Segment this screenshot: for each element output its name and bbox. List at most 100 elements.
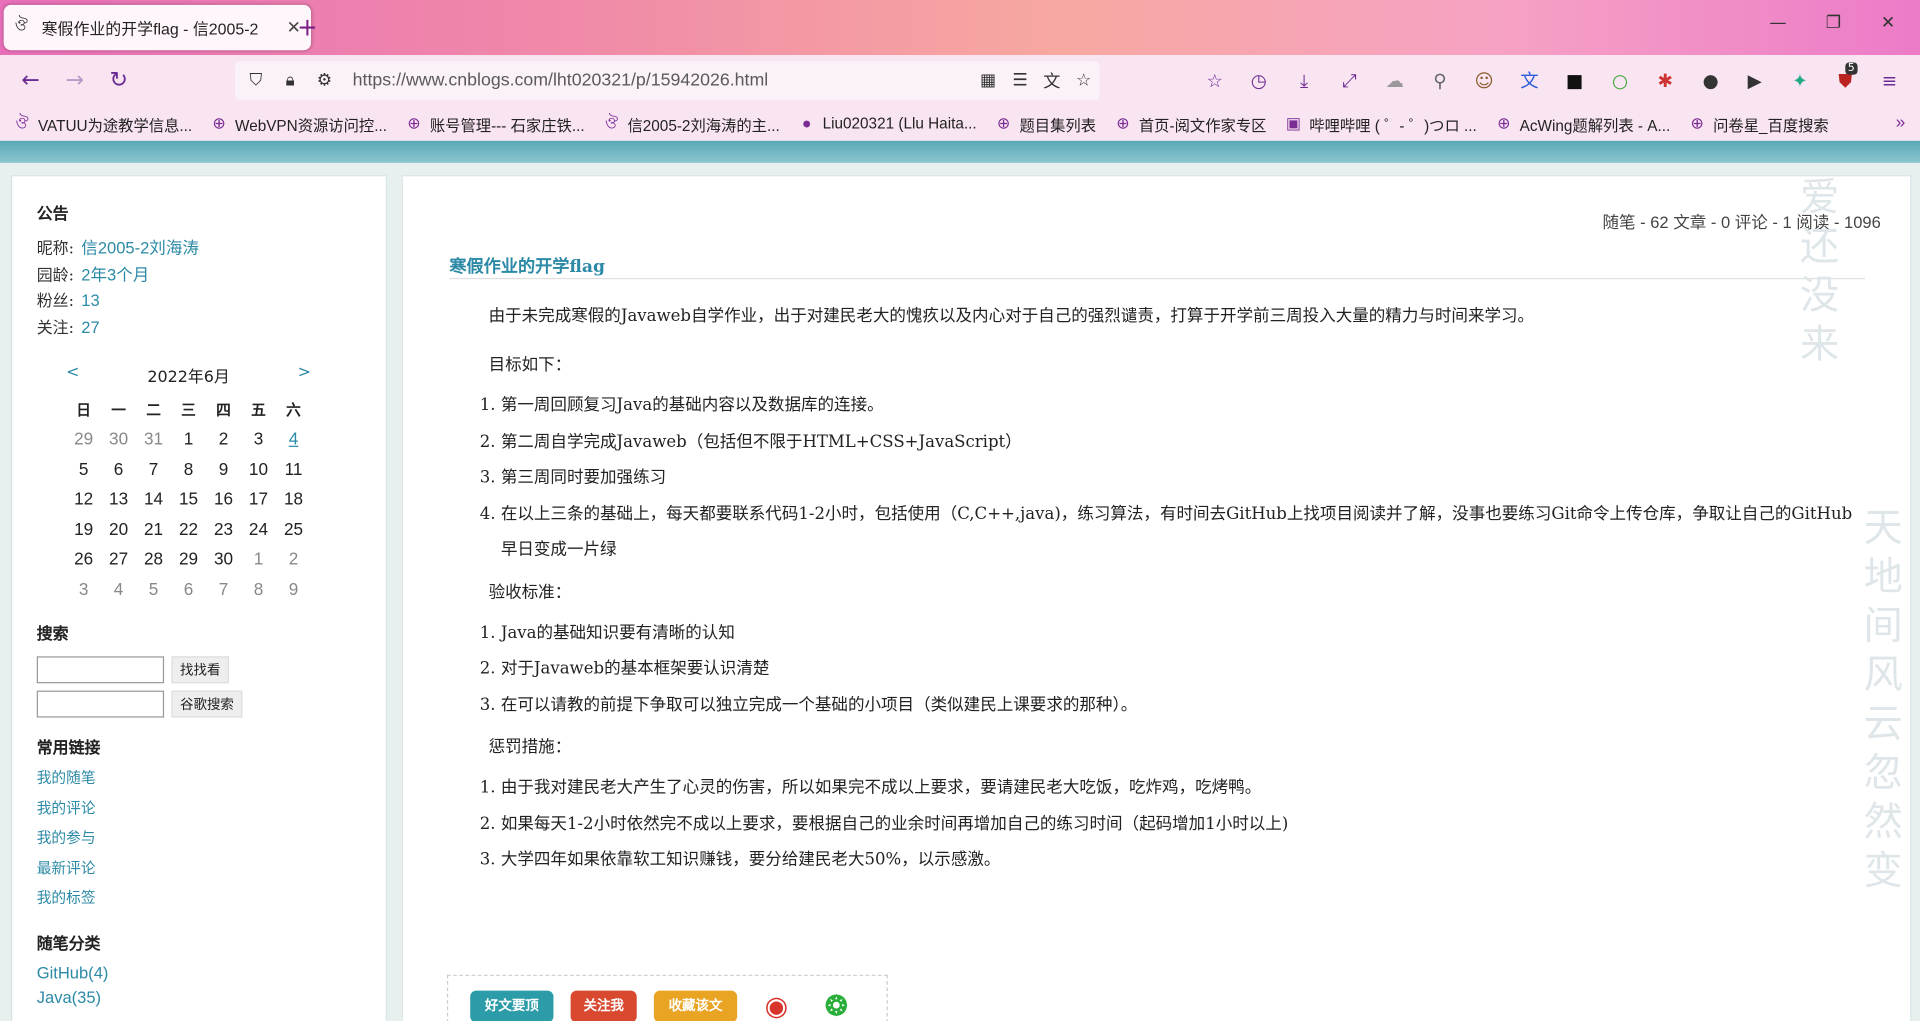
calendar-next-button[interactable]: > xyxy=(298,364,311,387)
list-item: 由于我对建民老大产生了心灵的伤害，所以如果完不成以上要求，要请建民老大吃饭，吃炸… xyxy=(501,770,1860,806)
globe-icon: ⊕ xyxy=(212,113,226,133)
calendar-day: 9 xyxy=(288,578,299,599)
google-search-input[interactable] xyxy=(36,690,165,718)
restore-button[interactable]: ❐ xyxy=(1826,13,1841,33)
bookmark-label: 哔哩哔哩 ( ゜- ゜)つロ ... xyxy=(1309,116,1477,135)
fullscreen-icon[interactable]: ⤢ xyxy=(1335,67,1364,94)
history-icon[interactable]: ◷ xyxy=(1244,67,1273,94)
calendar-weekday: 一 xyxy=(111,401,126,419)
bookmark-item[interactable]: ⊕ 账号管理--- 石家庄铁... xyxy=(404,112,584,135)
calendar-week: 19 20 21 22 23 24 25 xyxy=(66,514,311,544)
calendar-day: 10 xyxy=(248,458,269,479)
bookmark-item[interactable]: ঔ 信2005-2刘海涛的主... xyxy=(602,112,780,135)
sidebar-link[interactable]: 最新评论 xyxy=(37,853,361,883)
bookmark-item[interactable]: ▣ 哔哩哔哩 ( ゜- ゜)つロ ... xyxy=(1284,112,1477,135)
calendar-day: 4 xyxy=(113,578,124,599)
calendar-day: 27 xyxy=(109,548,129,569)
list-item: 第三周同时要加强练习 xyxy=(501,460,1860,496)
sidebar-link[interactable]: 我的评论 xyxy=(37,793,361,823)
reader-view-icon[interactable]: ☰ xyxy=(1004,71,1036,91)
shield-icon[interactable]: ⛉ xyxy=(242,71,269,91)
bookmark-item[interactable]: ⊕ 问卷星_百度搜索 xyxy=(1687,112,1828,135)
globe-icon: ⊕ xyxy=(1690,113,1704,133)
extension-dark-icon[interactable]: ■ xyxy=(1560,67,1589,94)
extension-play-icon[interactable]: ▶ xyxy=(1740,67,1769,94)
recommend-button[interactable]: 好文要顶 xyxy=(470,990,554,1021)
category-link[interactable]: GitHub(4) xyxy=(37,961,361,985)
bookmark-item[interactable]: ⊕ AcWing题解列表 - A... xyxy=(1494,112,1670,135)
calendar-day: 9 xyxy=(218,458,229,479)
bookmark-star-icon[interactable]: ☆ xyxy=(1068,71,1100,91)
fans-link[interactable]: 13 xyxy=(81,291,99,309)
globe-icon: ⊕ xyxy=(996,113,1011,133)
calendar-weekday: 二 xyxy=(146,401,161,419)
forward-button[interactable]: → xyxy=(59,65,91,97)
lock-icon[interactable]: 🔒︎ xyxy=(277,71,304,91)
wechat-share-icon[interactable]: ❂ xyxy=(818,991,855,1021)
favorite-button[interactable]: 收藏该文 xyxy=(653,990,738,1021)
post-title[interactable]: 寒假作业的开学flag xyxy=(449,253,605,277)
sidebar-link[interactable]: 我的随笔 xyxy=(37,763,361,793)
address-bar[interactable]: ⛉ 🔒︎ ⚙ https://www.cnblogs.com/lht020321… xyxy=(235,61,1100,101)
sidebar-link[interactable]: 我的标签 xyxy=(37,883,361,913)
calendar-day: 26 xyxy=(74,548,94,569)
calendar-day: 1 xyxy=(183,428,194,449)
header-strip xyxy=(0,140,1920,163)
back-button[interactable]: ← xyxy=(15,65,47,97)
extension-cloud-icon[interactable]: ☁ xyxy=(1380,67,1409,94)
nickname-link[interactable]: 信2005-2刘海涛 xyxy=(81,239,199,257)
url-text[interactable]: https://www.cnblogs.com/lht020321/p/1594… xyxy=(353,71,973,91)
bookmark-item[interactable]: ● Liu020321 (Llu Haita... xyxy=(797,114,977,134)
site-search-button[interactable]: 找找看 xyxy=(171,656,229,684)
calendar-day: 13 xyxy=(109,488,129,509)
google-search-button[interactable]: 谷歌搜索 xyxy=(171,690,243,718)
bookmark-item[interactable]: ⊕ WebVPN资源访问控... xyxy=(209,112,387,135)
weibo-share-icon[interactable]: ◉ xyxy=(758,991,795,1021)
calendar-day: 3 xyxy=(253,428,264,449)
calendar-day: 15 xyxy=(178,488,199,509)
translate-icon[interactable]: 文 xyxy=(1036,69,1068,93)
criteria-list: Java的基础知识要有清晰的认知对于Javaweb的基本框架要认识清楚在可以请教… xyxy=(501,615,1860,723)
reload-button[interactable]: ↻ xyxy=(103,65,135,97)
extension-pin-icon[interactable]: ⚲ xyxy=(1425,67,1454,94)
bookmark-item[interactable]: ঔ VATUU为途教学信息... xyxy=(12,112,192,135)
qr-code-icon[interactable]: ▦ xyxy=(972,71,1004,91)
download-icon[interactable]: ⤓ xyxy=(1289,67,1318,94)
minimize-button[interactable]: — xyxy=(1769,13,1786,33)
extension-star-icon[interactable]: ✦ xyxy=(1785,67,1814,94)
new-tab-button[interactable]: + xyxy=(294,11,321,43)
calendar: < 2022年6月 > 日一二三四五六 29 30 31 1 2 3 4 5 6 7 8 9 10 11 1… xyxy=(66,364,311,604)
extension-face-icon[interactable]: ☺ xyxy=(1469,67,1498,94)
extension-circle-icon[interactable]: ○ xyxy=(1605,67,1634,94)
age-link[interactable]: 2年3个月 xyxy=(81,265,149,283)
extension-translate-icon[interactable]: 文 xyxy=(1515,67,1544,94)
calendar-month: 2022年6月 xyxy=(147,368,230,387)
calendar-day: 28 xyxy=(144,548,164,569)
calendar-day: 25 xyxy=(283,518,304,539)
pocket-icon[interactable]: ☆ xyxy=(1200,67,1229,94)
site-search-input[interactable] xyxy=(36,656,165,684)
bookmarks-overflow-icon[interactable]: » xyxy=(1896,111,1906,131)
permissions-icon[interactable]: ⚙ xyxy=(311,71,338,91)
age-label: 园龄: xyxy=(36,266,74,285)
bookmark-item[interactable]: ⊕ 首页-阅文作家专区 xyxy=(1113,112,1266,135)
sidebar-link[interactable]: 我的参与 xyxy=(37,823,361,853)
common-links-section: 常用链接 我的随笔 我的评论 我的参与 最新评论 我的标签 xyxy=(37,735,361,913)
follow-link[interactable]: 27 xyxy=(81,318,99,336)
bookmark-item[interactable]: ⊕ 题目集列表 xyxy=(994,112,1096,135)
calendar-week: 26 27 28 29 30 1 2 xyxy=(66,544,311,574)
extension-ball-icon[interactable]: ● xyxy=(1696,67,1725,94)
follow-button[interactable]: 关注我 xyxy=(570,990,637,1021)
window-close-button[interactable]: ✕ xyxy=(1881,13,1895,33)
menu-icon[interactable]: ≡ xyxy=(1875,67,1904,94)
calendar-day: 16 xyxy=(213,488,234,509)
category-link[interactable]: Java(35) xyxy=(37,985,361,1009)
calendar-day[interactable]: 4 xyxy=(276,424,311,454)
browser-tab[interactable]: ঔ 寒假作业的开学flag - 信2005-2 ✕ xyxy=(3,4,312,51)
calendar-prev-button[interactable]: < xyxy=(66,364,79,387)
calendar-day: 7 xyxy=(218,578,229,599)
extension-puzzle-icon[interactable]: ✱ xyxy=(1651,67,1680,94)
calendar-day: 8 xyxy=(253,578,264,599)
bookmark-label: 题目集列表 xyxy=(1019,116,1097,135)
watermark-top: 爱还没来 xyxy=(1799,173,1840,368)
